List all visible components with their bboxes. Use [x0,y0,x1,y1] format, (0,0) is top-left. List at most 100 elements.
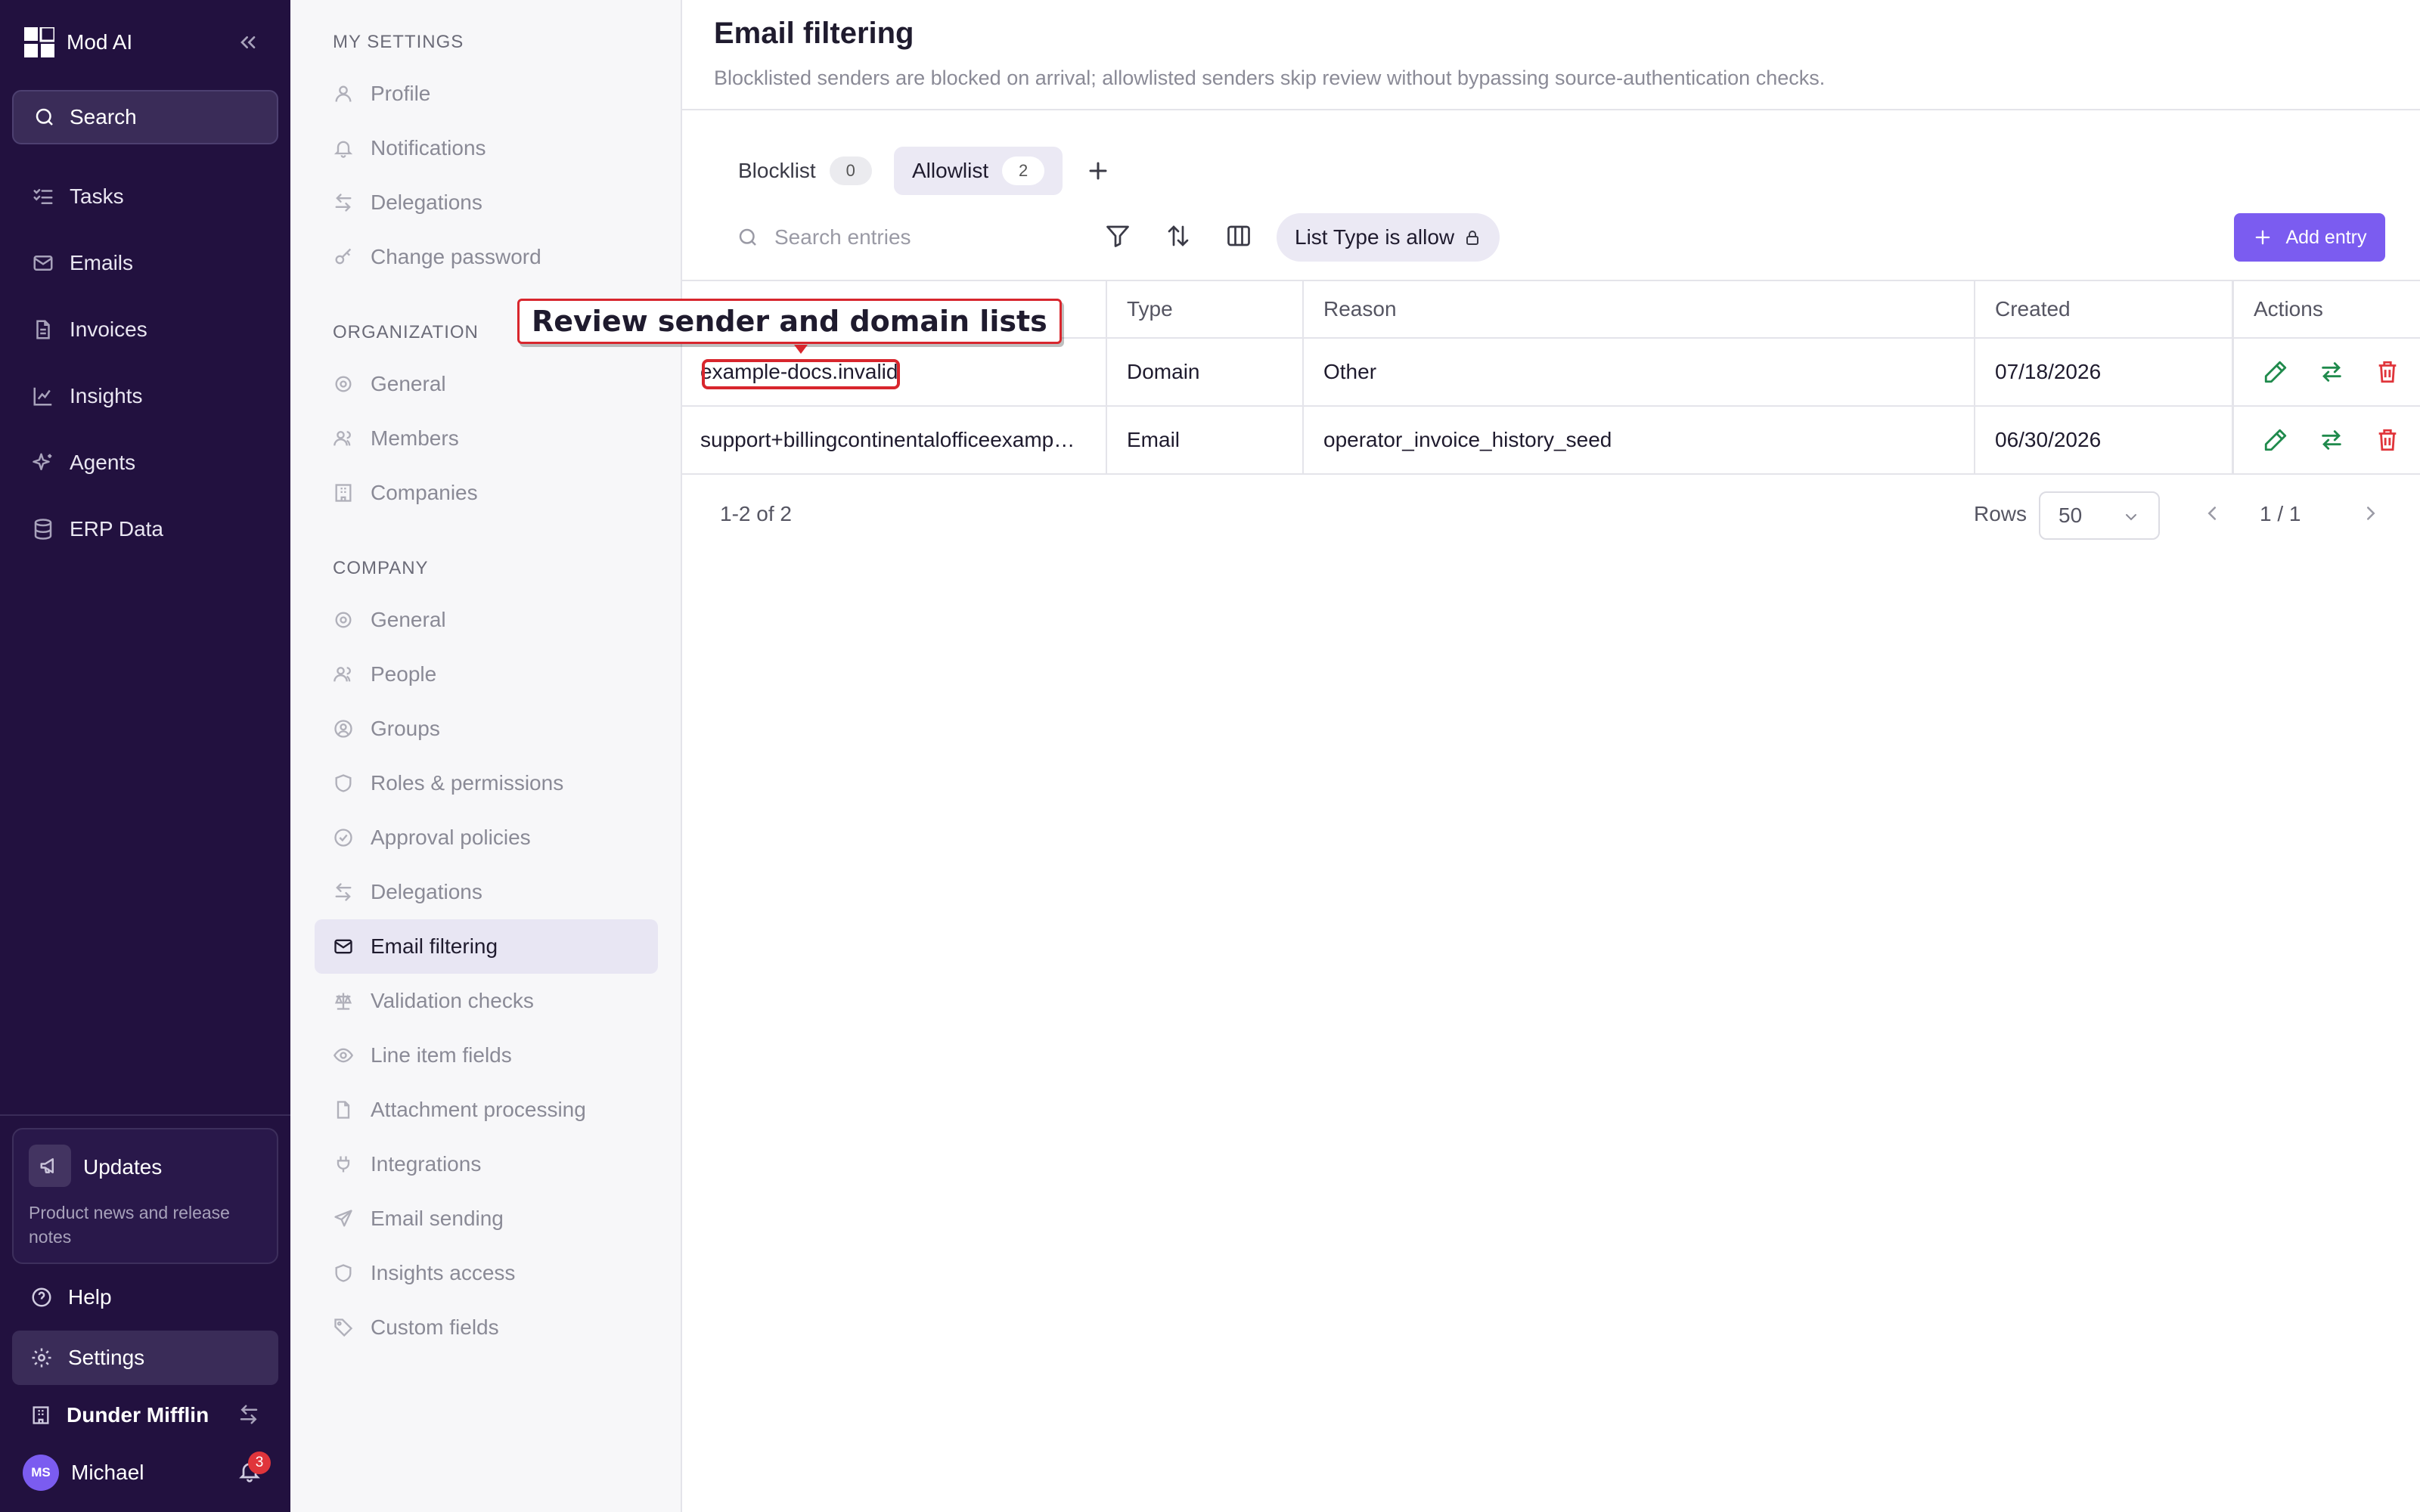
annotation-highlight-box [702,359,900,389]
switch-icon [237,1403,260,1426]
column-header-type[interactable]: Type [1107,281,1304,337]
settings-item-line-item-fields[interactable]: Line item fields [315,1028,658,1083]
settings-item-label: Line item fields [371,1043,512,1067]
help-circle-icon [32,1287,51,1307]
mail-check-icon [334,939,352,954]
rows-per-page-label: Rows [1974,502,2028,525]
move-list-icon[interactable] [2319,359,2344,385]
move-list-icon[interactable] [2319,427,2344,453]
settings-item-groups[interactable]: Groups [315,702,658,756]
global-search-button[interactable]: Search [12,90,278,144]
settings-item-custom-fields[interactable]: Custom fields [315,1300,658,1355]
tasks-icon [33,189,53,204]
cell-actions [2234,339,2420,405]
rows-per-page-select[interactable]: 50 [2039,491,2160,540]
company-switcher[interactable]: Dunder Mifflin [12,1388,278,1442]
settings-item-label: General [371,608,446,631]
lock-icon [1466,231,1479,245]
section-heading-organization: ORGANIZATION [333,322,479,342]
settings-item-email-filtering[interactable]: Email filtering [315,919,658,974]
columns-icon[interactable] [1225,222,1255,253]
settings-item-label: Roles & permissions [371,771,564,795]
main-content: Email filtering Blocklisted senders are … [682,0,2420,1512]
check-circle-icon [334,829,352,847]
section-heading-my-settings: MY SETTINGS [333,32,464,52]
nav-item-emails[interactable]: Emails [12,230,278,296]
settings-item-integrations[interactable]: Integrations [315,1137,658,1191]
settings-button[interactable]: Settings [12,1331,278,1385]
settings-item-label: Insights access [371,1261,516,1284]
key-icon [335,248,352,265]
annotation-callout: Review sender and domain lists [517,299,1062,344]
cell-value: support+billingcontinentalofficeexampl… [682,407,1107,473]
filter-chip-label: List Type is allow [1295,225,1455,249]
table-row[interactable]: support+billingcontinentalofficeexampl… … [682,407,2420,475]
settings-item-org-general[interactable]: General [315,357,658,411]
tab-blocklist[interactable]: Blocklist 0 [720,147,890,195]
settings-item-email-sending[interactable]: Email sending [315,1191,658,1246]
trash-icon[interactable] [2375,359,2400,385]
user-menu[interactable]: MS Michael 3 [12,1445,278,1500]
add-entry-button[interactable]: Add entry [2234,213,2385,262]
settings-item-label: Delegations [371,880,482,903]
table-row[interactable]: example-docs.invalid Domain Other 07/18/… [682,339,2420,407]
settings-item-roles-permissions[interactable]: Roles & permissions [315,756,658,810]
collapse-sidebar-icon[interactable] [236,30,260,54]
search-label: Search [70,105,137,129]
filter-chip-list-type[interactable]: List Type is allow [1277,213,1500,262]
nav-item-erp-data[interactable]: ERP Data [12,496,278,562]
brand[interactable]: Mod AI [24,27,132,57]
settings-item-label: Email filtering [371,934,498,958]
settings-item-change-password[interactable]: Change password [315,230,658,284]
user-name: Michael [71,1461,144,1484]
settings-item-delegations[interactable]: Delegations [315,175,658,230]
nav-item-tasks[interactable]: Tasks [12,163,278,230]
settings-item-insights-access[interactable]: Insights access [315,1246,658,1300]
settings-item-people[interactable]: People [315,647,658,702]
settings-sidebar: MY SETTINGS Profile Notifications Delega… [290,0,682,1512]
page-description: Blocklisted senders are blocked on arriv… [714,67,1826,89]
edit-icon[interactable] [2263,427,2288,453]
filter-icon[interactable] [1104,222,1134,253]
settings-item-approval-policies[interactable]: Approval policies [315,810,658,865]
settings-item-company-general[interactable]: General [315,593,658,647]
settings-item-members[interactable]: Members [315,411,658,466]
cell-created: 07/18/2026 [1975,339,2234,405]
nav-label: Tasks [70,184,124,208]
updates-description: Product news and release notes [29,1203,230,1247]
settings-item-company-delegations[interactable]: Delegations [315,865,658,919]
page-title: Email filtering [714,17,914,50]
entries-search-input[interactable]: Search entries [737,215,1054,260]
edit-icon[interactable] [2263,359,2288,385]
add-tab-icon[interactable] [1083,156,1113,186]
settings-item-notifications[interactable]: Notifications [315,121,658,175]
tab-label: Blocklist [738,159,816,182]
search-icon [739,228,756,246]
nav-item-agents[interactable]: Agents [12,429,278,496]
arrows-swap-icon [335,194,352,212]
trash-icon[interactable] [2375,427,2400,453]
settings-item-validation-checks[interactable]: Validation checks [315,974,658,1028]
settings-item-label: Approval policies [371,826,531,849]
settings-item-label: Profile [371,82,431,105]
chevron-down-icon [2122,508,2140,526]
tab-allowlist[interactable]: Allowlist 2 [894,147,1063,195]
nav-item-invoices[interactable]: Invoices [12,296,278,363]
settings-item-profile[interactable]: Profile [315,67,658,121]
updates-card[interactable]: Updates Product news and release notes [12,1128,278,1264]
help-button[interactable]: Help [12,1270,278,1325]
settings-item-attachment-processing[interactable]: Attachment processing [315,1083,658,1137]
nav-item-insights[interactable]: Insights [12,363,278,429]
settings-item-label: Custom fields [371,1315,499,1339]
column-header-created[interactable]: Created [1975,281,2234,337]
gear-icon [32,1348,51,1368]
next-page-icon[interactable] [2360,502,2382,525]
column-header-reason[interactable]: Reason [1304,281,1975,337]
database-icon [34,519,52,540]
sort-icon[interactable] [1165,222,1195,253]
cell-type: Email [1107,407,1304,473]
eye-icon [333,1048,354,1063]
previous-page-icon[interactable] [2201,502,2223,525]
file-icon [337,1101,350,1119]
settings-item-companies[interactable]: Companies [315,466,658,520]
